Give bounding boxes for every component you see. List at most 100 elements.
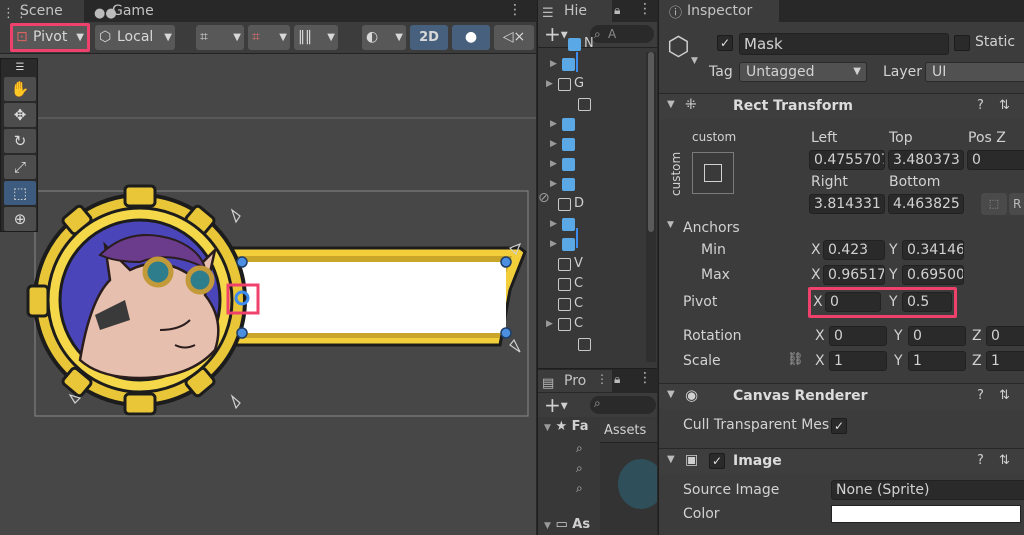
rotation-y-input[interactable]: 0 bbox=[908, 326, 966, 346]
caret-right-icon[interactable]: ▶ bbox=[550, 54, 557, 74]
help-icon[interactable]: ? bbox=[977, 388, 984, 403]
create-asset-button[interactable]: +▼ bbox=[544, 393, 568, 419]
anchor-min-y-input[interactable]: 0.34146 bbox=[902, 240, 964, 260]
assets-folder[interactable]: ▼ ▭ As bbox=[544, 517, 590, 532]
pivot-toggle-button[interactable]: ⊡ Pivot ▼ bbox=[10, 23, 90, 52]
rect-tool-button[interactable]: ⬚ bbox=[4, 181, 36, 205]
raw-edit-button[interactable]: R bbox=[1009, 193, 1024, 215]
anchor-min-x-input[interactable]: 0.423 bbox=[823, 240, 885, 260]
transform-tool-button[interactable]: ⊕ bbox=[4, 207, 36, 231]
image-header[interactable]: ▼ ▣ ✓ Image ? ⇅ ⋮ bbox=[659, 448, 1024, 474]
pivot-x-input[interactable]: 0 bbox=[825, 292, 881, 312]
more-menu-icon[interactable]: ⋮ bbox=[638, 1, 652, 17]
presets-icon[interactable]: ⇅ bbox=[999, 453, 1010, 468]
static-checkbox[interactable] bbox=[954, 35, 970, 51]
scale-x-input[interactable]: 1 bbox=[829, 351, 887, 371]
blueprint-mode-button[interactable]: ⬚ bbox=[981, 193, 1007, 215]
caret-down-icon[interactable]: ▼ bbox=[667, 220, 674, 230]
asset-thumbnail[interactable] bbox=[618, 459, 657, 509]
bottom-input[interactable]: 4.463825 bbox=[888, 194, 964, 214]
tab-scene[interactable]: ⋮⋮ Scene bbox=[0, 0, 84, 22]
image-enabled-checkbox[interactable]: ✓ bbox=[709, 453, 725, 469]
caret-right-icon[interactable]: ▶ bbox=[546, 314, 553, 334]
hand-tool-button[interactable]: ✋ bbox=[4, 77, 36, 101]
rotation-z-input[interactable]: 0 bbox=[986, 326, 1024, 346]
lighting-button[interactable]: ● bbox=[452, 25, 490, 50]
canvas-renderer-header[interactable]: ▼ ◉ Canvas Renderer ? ⇅ ⋮ bbox=[659, 383, 1024, 409]
local-toggle-button[interactable]: ⬡ Local ▼ bbox=[95, 25, 175, 50]
grid-snap-button[interactable]: ⌗ ▼ bbox=[196, 25, 244, 50]
caret-right-icon[interactable]: ▶ bbox=[546, 74, 553, 94]
hierarchy-scrollbar[interactable] bbox=[646, 52, 656, 362]
presets-icon[interactable]: ⇅ bbox=[999, 388, 1010, 403]
caret-right-icon[interactable]: ▶ bbox=[550, 234, 557, 254]
rotate-tool-button[interactable]: ↻ bbox=[4, 129, 36, 153]
search-icon[interactable]: ⌕ bbox=[576, 461, 583, 476]
ruler-button[interactable]: ‖‖ ▼ bbox=[294, 25, 338, 50]
more-menu-icon[interactable]: ⋮ bbox=[508, 2, 522, 18]
caret-right-icon[interactable]: ▶ bbox=[550, 154, 557, 174]
favorites-folder[interactable]: ▼ ★ Fa bbox=[544, 419, 589, 434]
draw-mode-button[interactable]: ◐ ▼ bbox=[362, 25, 406, 50]
constrain-link-icon[interactable]: ⛓ bbox=[787, 352, 804, 367]
scale-z: 1 bbox=[991, 353, 1000, 369]
hierarchy-tab-bar: ☰ Hie 🔒︎ ⋮ bbox=[538, 0, 657, 22]
tab-hierarchy[interactable]: ☰ Hie bbox=[538, 0, 612, 22]
palette-grip-icon[interactable]: ☰ bbox=[4, 61, 36, 75]
presets-icon[interactable]: ⇅ bbox=[999, 98, 1010, 113]
lock-icon[interactable]: 🔒︎ bbox=[614, 372, 620, 387]
assets-browser[interactable]: Assets bbox=[600, 419, 657, 535]
tag-dropdown[interactable]: Untagged ▼ bbox=[739, 62, 867, 82]
active-checkbox[interactable]: ✓ bbox=[717, 35, 733, 51]
rotation-x-input[interactable]: 0 bbox=[829, 326, 887, 346]
add-button[interactable]: +▼ bbox=[544, 22, 568, 48]
search-icon[interactable]: ⌕ bbox=[576, 481, 583, 496]
assets-breadcrumb[interactable]: Assets bbox=[600, 419, 657, 443]
rect-transform-header[interactable]: ▼ ⁜ Rect Transform ? ⇅ ⋮ bbox=[659, 93, 1024, 119]
top-input[interactable]: 3.480373 bbox=[888, 150, 964, 170]
more-menu-icon[interactable]: ⋮ bbox=[596, 372, 608, 386]
posz-input[interactable]: 0 bbox=[967, 150, 1024, 170]
chevron-down-icon[interactable]: ▼ bbox=[691, 56, 698, 66]
scene-canvas[interactable] bbox=[0, 54, 536, 535]
move-tool-button[interactable]: ✥ bbox=[4, 103, 36, 127]
caret-right-icon[interactable]: ▶ bbox=[550, 214, 557, 234]
hierarchy-search-input[interactable]: ⌕ A bbox=[590, 25, 654, 43]
scale-tool-button[interactable]: ⤢ bbox=[4, 155, 36, 179]
caret-right-icon[interactable]: ▶ bbox=[550, 174, 557, 194]
tab-inspector[interactable]: ⓘ Inspector bbox=[659, 0, 779, 22]
scrollbar-thumb[interactable] bbox=[648, 52, 654, 232]
left-input[interactable]: 0.4755707 bbox=[809, 150, 885, 170]
more-menu-icon[interactable]: ⋮ bbox=[1019, 453, 1024, 468]
visibility-eye-icon[interactable]: ⊘ bbox=[538, 190, 550, 206]
caret-right-icon[interactable]: ▶ bbox=[550, 114, 557, 134]
more-menu-icon[interactable]: ⋮ bbox=[638, 370, 652, 386]
color-swatch[interactable] bbox=[831, 505, 1021, 523]
project-search-input[interactable]: ⌕ bbox=[590, 396, 656, 414]
anchor-presets-button[interactable] bbox=[692, 152, 734, 194]
more-menu-icon[interactable]: ⋮ bbox=[1019, 388, 1024, 403]
object-name-input[interactable]: Mask bbox=[739, 33, 949, 55]
mode-2d-button[interactable]: 2D bbox=[410, 25, 448, 50]
scale-z-input[interactable]: 1 bbox=[986, 351, 1024, 371]
right-input[interactable]: 3.814331 bbox=[809, 194, 885, 214]
layer-dropdown[interactable]: UI bbox=[925, 62, 1024, 82]
caret-right-icon[interactable]: ▶ bbox=[550, 134, 557, 154]
tab-game[interactable]: ●● Game bbox=[92, 0, 172, 22]
scale-y-input[interactable]: 1 bbox=[908, 351, 966, 371]
audio-button[interactable]: ◁× bbox=[494, 25, 534, 50]
pivot-y-input[interactable]: 0.5 bbox=[902, 292, 952, 312]
y-label: Y bbox=[889, 267, 898, 283]
increment-snap-button[interactable]: ⌗ ▼ bbox=[248, 25, 290, 50]
more-menu-icon[interactable]: ⋮ bbox=[1019, 98, 1024, 113]
source-image-field[interactable]: None (Sprite) bbox=[831, 480, 1024, 500]
lock-icon[interactable]: 🔒︎ bbox=[614, 3, 620, 18]
help-icon[interactable]: ? bbox=[977, 98, 984, 113]
help-icon[interactable]: ? bbox=[977, 453, 984, 468]
scene-viewport[interactable] bbox=[0, 54, 536, 535]
rotation-x: 0 bbox=[834, 328, 843, 344]
anchor-max-x-input[interactable]: 0.96517 bbox=[823, 265, 885, 285]
cull-transparent-checkbox[interactable]: ✓ bbox=[831, 418, 847, 434]
search-icon[interactable]: ⌕ bbox=[576, 441, 583, 456]
anchor-max-y-input[interactable]: 0.69500 bbox=[902, 265, 964, 285]
